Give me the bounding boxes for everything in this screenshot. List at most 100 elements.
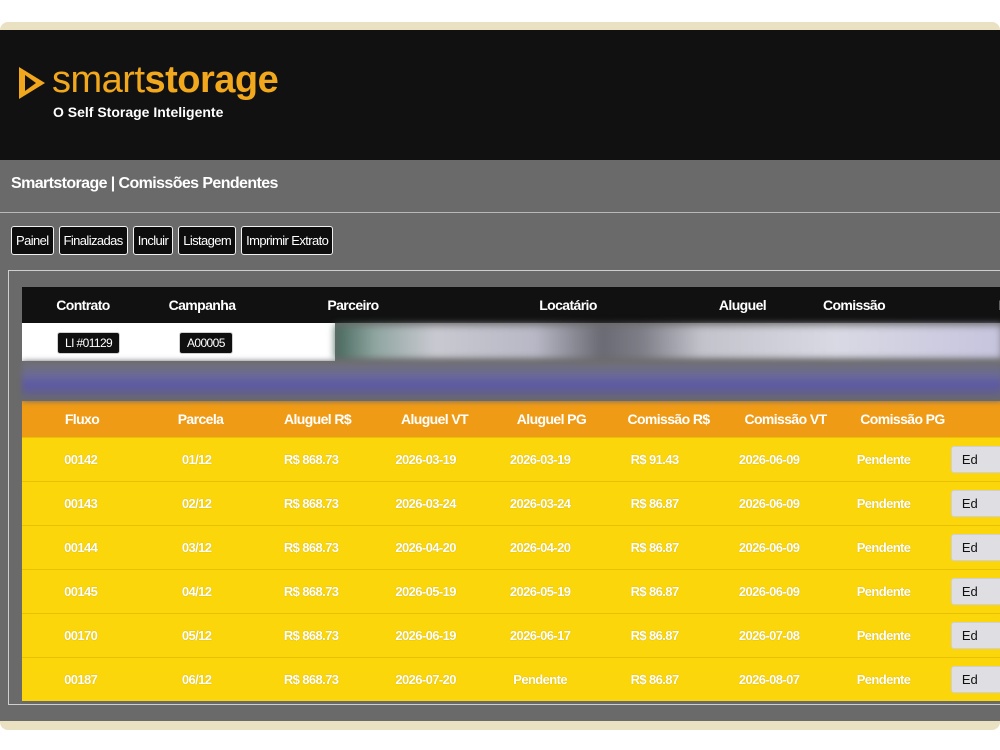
comissao-rs-cell: R$ 86.87 bbox=[630, 672, 680, 687]
comissao-vt-cell: 2026-06-09 bbox=[738, 584, 800, 599]
fluxo-cell: 00142 bbox=[64, 452, 98, 467]
edit-button[interactable]: Ed bbox=[950, 490, 1000, 517]
redacted-band bbox=[22, 361, 1000, 401]
content-panel: Contrato Campanha Parceiro Locatário Alu… bbox=[8, 270, 1000, 705]
table-row: 00187 06/12 R$ 868.73 2026-07-20 Pendent… bbox=[22, 657, 1000, 701]
flow-rows: 00142 01/12 R$ 868.73 2026-03-19 2026-03… bbox=[22, 437, 1000, 701]
comissao-vt-cell: 2026-08-07 bbox=[738, 672, 800, 687]
toolbar: Painel Finalizadas Incluir Listagem Impr… bbox=[11, 226, 334, 255]
page-title: Smartstorage | Comissões Pendentes bbox=[11, 175, 278, 192]
aluguel-vt-cell: 2026-06-19 bbox=[395, 628, 456, 643]
parcela-cell: 03/12 bbox=[181, 540, 212, 555]
comissao-rs-cell: R$ 86.87 bbox=[630, 628, 680, 643]
aluguel-vt-cell: 2026-03-24 bbox=[395, 496, 456, 511]
col-aluguel-pg: Aluguel PG bbox=[516, 411, 587, 427]
comissao-vt-cell: 2026-06-09 bbox=[738, 496, 800, 511]
aluguel-rs-cell: R$ 868.73 bbox=[283, 452, 339, 467]
aluguel-vt-cell: 2026-03-19 bbox=[395, 452, 456, 467]
brand-part-smart: smart bbox=[52, 59, 145, 101]
comissao-pg-cell: Pendente bbox=[856, 672, 911, 687]
col-campanha: Campanha bbox=[168, 297, 236, 313]
comissao-rs-cell: R$ 91.43 bbox=[630, 452, 680, 467]
comissao-pg-cell: Pendente bbox=[856, 452, 911, 467]
aluguel-pg-cell: 2026-03-19 bbox=[509, 452, 571, 467]
col-partial: I bbox=[913, 297, 1000, 313]
edit-button[interactable]: Ed bbox=[950, 578, 1000, 605]
col-aluguel-vt: Aluguel VT bbox=[400, 411, 469, 427]
brand-part-storage: storage bbox=[144, 59, 279, 101]
comissao-vt-cell: 2026-07-08 bbox=[738, 628, 800, 643]
redacted-area bbox=[335, 325, 1000, 359]
table-row: 00170 05/12 R$ 868.73 2026-06-19 2026-06… bbox=[22, 613, 1000, 657]
app-window: smartstorage O Self Storage Inteligente … bbox=[0, 30, 1000, 721]
aluguel-vt-cell: 2026-04-20 bbox=[395, 540, 456, 555]
comissao-pg-cell: Pendente bbox=[856, 584, 911, 599]
contrato-badge[interactable]: LI #01129 bbox=[57, 332, 121, 354]
fluxo-cell: 00187 bbox=[64, 672, 98, 687]
page-body: Smartstorage | Comissões Pendentes Paine… bbox=[0, 160, 1000, 721]
fluxo-cell: 00170 bbox=[64, 628, 98, 643]
fluxo-cell: 00145 bbox=[64, 584, 98, 599]
fluxo-cell: 00143 bbox=[64, 496, 98, 511]
commission-table: Contrato Campanha Parceiro Locatário Alu… bbox=[22, 287, 1000, 701]
col-comissao-rs: Comissão R$ bbox=[627, 411, 710, 427]
comissao-pg-cell: Pendente bbox=[856, 628, 911, 643]
col-comissao-vt: Comissão VT bbox=[744, 411, 827, 427]
aluguel-rs-cell: R$ 868.73 bbox=[283, 540, 339, 555]
aluguel-vt-cell: 2026-05-19 bbox=[395, 584, 456, 599]
edit-button[interactable]: Ed bbox=[950, 622, 1000, 649]
col-fluxo: Fluxo bbox=[64, 411, 100, 427]
comissao-rs-cell: R$ 86.87 bbox=[630, 540, 680, 555]
parcela-cell: 05/12 bbox=[181, 628, 212, 643]
table-row: 00143 02/12 R$ 868.73 2026-03-24 2026-03… bbox=[22, 481, 1000, 525]
col-aluguel: Aluguel bbox=[718, 297, 767, 313]
screenshot-frame: smartstorage O Self Storage Inteligente … bbox=[0, 22, 1000, 730]
aluguel-pg-cell: 2026-04-20 bbox=[509, 540, 571, 555]
parcela-cell: 04/12 bbox=[181, 584, 212, 599]
comissao-pg-cell: Pendente bbox=[856, 540, 911, 555]
fluxo-cell: 00144 bbox=[64, 540, 98, 555]
contract-header-row: Contrato Campanha Parceiro Locatário Alu… bbox=[22, 287, 1000, 323]
col-comissao: Comissão bbox=[822, 297, 886, 313]
brand-logo[interactable]: smartstorage bbox=[52, 58, 279, 102]
incluir-button[interactable]: Incluir bbox=[132, 226, 174, 255]
imprimir-extrato-button[interactable]: Imprimir Extrato bbox=[241, 226, 334, 255]
painel-button[interactable]: Painel bbox=[11, 226, 54, 255]
edit-button[interactable]: Ed bbox=[950, 534, 1000, 561]
col-parcela: Parcela bbox=[177, 411, 224, 427]
comissao-rs-cell: R$ 86.87 bbox=[630, 584, 680, 599]
aluguel-rs-cell: R$ 868.73 bbox=[283, 628, 339, 643]
col-locatario: Locatário bbox=[539, 297, 597, 313]
aluguel-rs-cell: R$ 868.73 bbox=[283, 672, 339, 687]
aluguel-rs-cell: R$ 868.73 bbox=[283, 496, 339, 511]
edit-button[interactable]: Ed bbox=[950, 666, 1000, 693]
col-comissao-pg: Comissão PG bbox=[860, 411, 945, 427]
col-contrato: Contrato bbox=[56, 297, 110, 313]
flow-header-row: Fluxo Parcela Aluguel R$ Aluguel VT Alug… bbox=[22, 401, 1000, 437]
site-header: smartstorage O Self Storage Inteligente bbox=[0, 30, 1000, 160]
aluguel-rs-cell: R$ 868.73 bbox=[283, 584, 339, 599]
col-aluguel-rs: Aluguel R$ bbox=[283, 411, 352, 427]
edit-button[interactable]: Ed bbox=[950, 446, 1000, 473]
table-row: 00144 03/12 R$ 868.73 2026-04-20 2026-04… bbox=[22, 525, 1000, 569]
parcela-cell: 06/12 bbox=[181, 672, 212, 687]
table-row: 00145 04/12 R$ 868.73 2026-05-19 2026-05… bbox=[22, 569, 1000, 613]
aluguel-pg-cell: Pendente bbox=[513, 672, 567, 687]
finalizadas-button[interactable]: Finalizadas bbox=[58, 226, 128, 255]
aluguel-pg-cell: 2026-06-17 bbox=[509, 628, 571, 643]
comissao-pg-cell: Pendente bbox=[856, 496, 911, 511]
listagem-button[interactable]: Listagem bbox=[178, 226, 237, 255]
comissao-rs-cell: R$ 86.87 bbox=[630, 496, 680, 511]
table-row: 00142 01/12 R$ 868.73 2026-03-19 2026-03… bbox=[22, 437, 1000, 481]
col-parceiro: Parceiro bbox=[327, 297, 379, 313]
campanha-badge[interactable]: A00005 bbox=[179, 332, 233, 354]
aluguel-pg-cell: 2026-05-19 bbox=[509, 584, 571, 599]
brand-tagline: O Self Storage Inteligente bbox=[53, 104, 224, 120]
comissao-vt-cell: 2026-06-09 bbox=[738, 452, 800, 467]
parcela-cell: 01/12 bbox=[181, 452, 212, 467]
parcela-cell: 02/12 bbox=[181, 496, 212, 511]
title-divider bbox=[0, 212, 1000, 213]
aluguel-vt-cell: 2026-07-20 bbox=[395, 672, 456, 687]
aluguel-pg-cell: 2026-03-24 bbox=[509, 496, 571, 511]
contract-row: LI #01129 A00005 bbox=[22, 323, 1000, 361]
